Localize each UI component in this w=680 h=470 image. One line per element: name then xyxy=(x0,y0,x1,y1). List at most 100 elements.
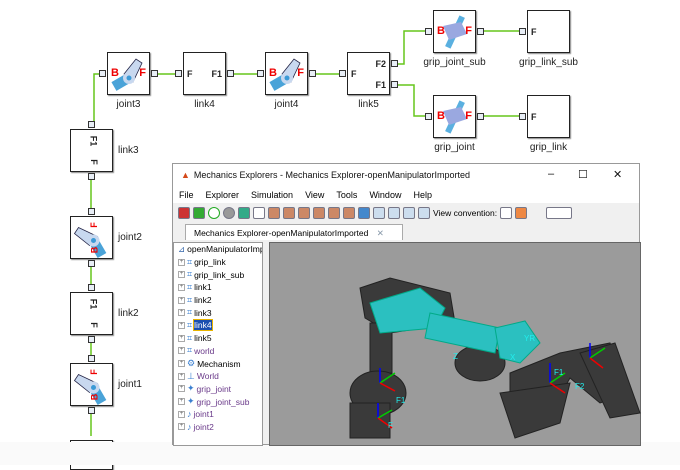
tree-item-grip-link-sub[interactable]: + ⌗ grip_link_sub xyxy=(174,268,262,281)
block-link3[interactable]: F1 F xyxy=(70,129,113,172)
port[interactable] xyxy=(309,70,316,77)
block-link4[interactable]: F F1 xyxy=(183,52,226,95)
minimize-button[interactable]: – xyxy=(548,168,554,180)
block-grip-joint[interactable]: BF xyxy=(433,95,476,138)
port[interactable] xyxy=(425,113,432,120)
port[interactable] xyxy=(88,208,95,215)
block-link2[interactable]: F1 F xyxy=(70,292,113,335)
port[interactable] xyxy=(88,336,95,343)
expand-icon[interactable]: + xyxy=(178,347,185,355)
view-convention-dropdown[interactable] xyxy=(500,207,513,219)
port[interactable] xyxy=(88,284,95,291)
tree-item-label: Mechanism xyxy=(197,358,241,369)
port[interactable] xyxy=(227,70,234,77)
window-title: Mechanics Explorers - Mechanics Explorer… xyxy=(193,170,471,180)
block-grip-link[interactable]: F xyxy=(527,95,570,138)
port[interactable] xyxy=(88,173,95,180)
expand-icon[interactable]: + xyxy=(178,334,185,342)
view-left-icon[interactable] xyxy=(298,207,310,219)
zoom-in-icon[interactable] xyxy=(178,207,190,219)
menu-view[interactable]: View xyxy=(305,190,324,200)
port[interactable] xyxy=(339,70,346,77)
port[interactable] xyxy=(88,355,95,362)
tree-item-world[interactable]: + ⌗ world xyxy=(174,345,262,358)
view-top-icon[interactable] xyxy=(328,207,340,219)
menu-tools[interactable]: Tools xyxy=(336,190,357,200)
block-grip-joint-sub[interactable]: BF xyxy=(433,10,476,53)
port[interactable] xyxy=(519,28,526,35)
port[interactable] xyxy=(88,407,95,414)
expand-icon[interactable]: + xyxy=(178,296,185,304)
split-h-icon[interactable] xyxy=(403,207,415,219)
menu-explorer[interactable]: Explorer xyxy=(206,190,240,200)
tree-item-world[interactable]: + ⊥ World xyxy=(174,370,262,383)
tree-node-icon: ⌗ xyxy=(187,307,193,318)
tree-root[interactable]: ⊿openManipulatorImported xyxy=(174,243,262,256)
overflow-dropdown[interactable] xyxy=(546,207,573,219)
tree-item-link4[interactable]: + ⌗ link4 xyxy=(174,319,262,332)
block-link5[interactable]: F F2 F1 xyxy=(347,52,390,95)
expand-icon[interactable]: + xyxy=(178,309,185,317)
view-back-icon[interactable] xyxy=(283,207,295,219)
color-icon[interactable] xyxy=(515,207,528,219)
view-right-icon[interactable] xyxy=(313,207,325,219)
port[interactable] xyxy=(88,260,95,267)
port[interactable] xyxy=(151,70,158,77)
block-grip-link-sub[interactable]: F xyxy=(527,10,570,53)
menu-file[interactable]: File xyxy=(179,190,194,200)
port[interactable] xyxy=(175,70,182,77)
four-pane-icon[interactable] xyxy=(373,207,385,219)
port[interactable] xyxy=(391,60,398,67)
maximize-button[interactable]: ☐ xyxy=(578,168,588,181)
expand-icon[interactable]: + xyxy=(178,360,185,368)
tree-item-mechanism[interactable]: + ⚙ Mechanism xyxy=(174,357,262,370)
block-joint4[interactable]: BF xyxy=(265,52,308,95)
3d-viewport[interactable]: F1 F F1 F2 YR X Z xyxy=(269,242,641,446)
menu-help[interactable]: Help xyxy=(413,190,432,200)
block-joint3[interactable]: BF xyxy=(107,52,150,95)
port[interactable] xyxy=(257,70,264,77)
tree-item-link1[interactable]: + ⌗ link1 xyxy=(174,281,262,294)
port[interactable] xyxy=(391,81,398,88)
expand-icon[interactable]: + xyxy=(178,410,185,418)
zoom-out-icon[interactable] xyxy=(193,207,205,219)
single-pane-icon[interactable] xyxy=(388,207,400,219)
expand-icon[interactable]: + xyxy=(178,372,185,380)
view-iso-icon[interactable] xyxy=(358,207,370,219)
view-front-icon[interactable] xyxy=(268,207,280,219)
tab-close-icon[interactable]: ✕ xyxy=(377,228,384,238)
expand-icon[interactable]: + xyxy=(178,398,185,406)
expand-icon[interactable]: + xyxy=(178,321,185,329)
split-v-icon[interactable] xyxy=(418,207,430,219)
expand-icon[interactable]: + xyxy=(178,271,185,279)
expand-icon[interactable]: + xyxy=(178,385,185,393)
tree-item-joint1[interactable]: + ♪ joint1 xyxy=(174,408,262,421)
block-joint1[interactable]: FB xyxy=(70,363,113,406)
port[interactable] xyxy=(477,28,484,35)
expand-icon[interactable]: + xyxy=(178,258,185,266)
fit-view-icon[interactable] xyxy=(253,207,265,219)
tab-mechanics-explorer[interactable]: Mechanics Explorer-openManipulatorImport… xyxy=(185,224,403,240)
expand-icon[interactable]: + xyxy=(178,283,185,291)
port[interactable] xyxy=(425,28,432,35)
tree-item-link2[interactable]: + ⌗ link2 xyxy=(174,294,262,307)
tree-item-grip-joint[interactable]: + ✦ grip_joint xyxy=(174,383,262,396)
close-button[interactable]: ✕ xyxy=(613,168,622,181)
stop-icon[interactable] xyxy=(223,207,235,219)
port[interactable] xyxy=(519,113,526,120)
block-joint2[interactable]: FB xyxy=(70,216,113,259)
camera-icon[interactable] xyxy=(238,207,250,219)
expand-icon[interactable]: + xyxy=(178,423,185,431)
port[interactable] xyxy=(88,121,95,128)
play-icon[interactable] xyxy=(208,207,220,219)
port[interactable] xyxy=(477,113,484,120)
port[interactable] xyxy=(99,70,106,77)
tree-item-grip-link[interactable]: + ⌗ grip_link xyxy=(174,256,262,269)
view-bottom-icon[interactable] xyxy=(343,207,355,219)
tree-item-link3[interactable]: + ⌗ link3 xyxy=(174,306,262,319)
tree-item-grip-joint-sub[interactable]: + ✦ grip_joint_sub xyxy=(174,395,262,408)
menu-window[interactable]: Window xyxy=(369,190,401,200)
tree-item-joint2[interactable]: + ♪ joint2 xyxy=(174,421,262,434)
tree-item-link5[interactable]: + ⌗ link5 xyxy=(174,332,262,345)
menu-simulation[interactable]: Simulation xyxy=(251,190,293,200)
